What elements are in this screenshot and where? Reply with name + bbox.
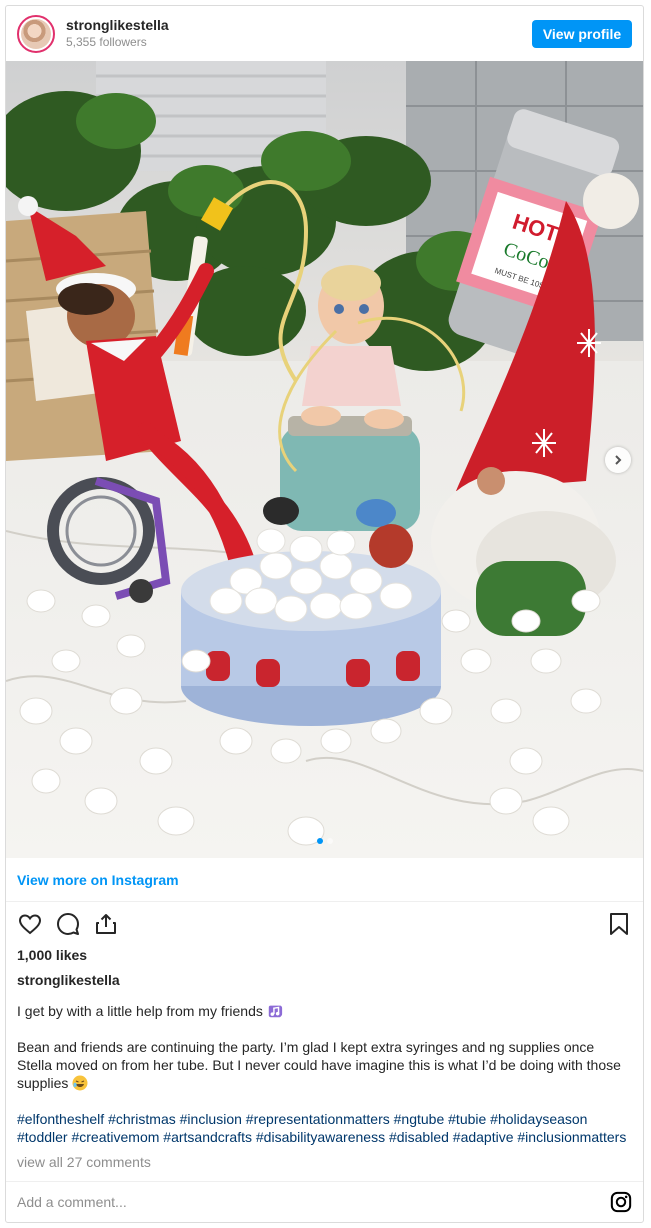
- instagram-icon[interactable]: [610, 1191, 632, 1213]
- carousel-next-button[interactable]: [605, 447, 631, 473]
- view-more-link[interactable]: View more on Instagram: [17, 872, 179, 888]
- music-notes-emoji: [268, 1005, 282, 1018]
- caption-line-1: I get by with a little help from my frie…: [17, 1003, 263, 1019]
- like-button[interactable]: [17, 911, 43, 937]
- hashtags[interactable]: #elfontheshelf #christmas #inclusion #re…: [17, 1110, 632, 1146]
- like-count[interactable]: 1,000 likes: [6, 944, 643, 966]
- avatar[interactable]: [17, 14, 55, 53]
- post-photo[interactable]: HOT CoCo MUST BE 10$: [6, 61, 643, 858]
- carousel-dots: [6, 838, 643, 844]
- bookmark-icon: [610, 913, 628, 935]
- view-all-comments-link[interactable]: view all 27 comments: [6, 1152, 643, 1172]
- share-icon: [96, 914, 116, 934]
- action-bar: [6, 904, 643, 944]
- caption-paragraph-2: Bean and friends are continuing the part…: [17, 1038, 632, 1092]
- carousel-dot-1[interactable]: [316, 838, 323, 844]
- profile-info: stronglikestella 5,355 followers: [66, 17, 532, 50]
- photo-illustration: HOT CoCo MUST BE 10$: [6, 61, 643, 858]
- instagram-embed-card: stronglikestella 5,355 followers View pr…: [5, 5, 644, 1223]
- follower-count: 5,355 followers: [66, 34, 147, 49]
- view-more-bar: View more on Instagram: [6, 858, 643, 902]
- caption-author[interactable]: stronglikestella: [6, 968, 643, 992]
- save-button[interactable]: [606, 911, 632, 937]
- caption-line-2: Bean and friends are continuing the part…: [17, 1039, 621, 1091]
- caption-paragraph-1: I get by with a little help from my frie…: [17, 1002, 632, 1020]
- heart-icon: [18, 914, 42, 935]
- comment-input[interactable]: [17, 1194, 610, 1210]
- share-button[interactable]: [93, 911, 119, 937]
- view-profile-button[interactable]: View profile: [532, 19, 632, 48]
- caption: I get by with a little help from my frie…: [6, 1002, 643, 1146]
- comment-icon: [57, 913, 79, 935]
- post-header: stronglikestella 5,355 followers View pr…: [6, 6, 643, 61]
- chevron-right-icon: [615, 455, 622, 465]
- username[interactable]: stronglikestella: [66, 17, 532, 35]
- carousel-dot-2[interactable]: [326, 838, 333, 844]
- add-comment-bar: [6, 1181, 643, 1222]
- laughing-emoji: [72, 1075, 88, 1091]
- comment-button[interactable]: [55, 911, 81, 937]
